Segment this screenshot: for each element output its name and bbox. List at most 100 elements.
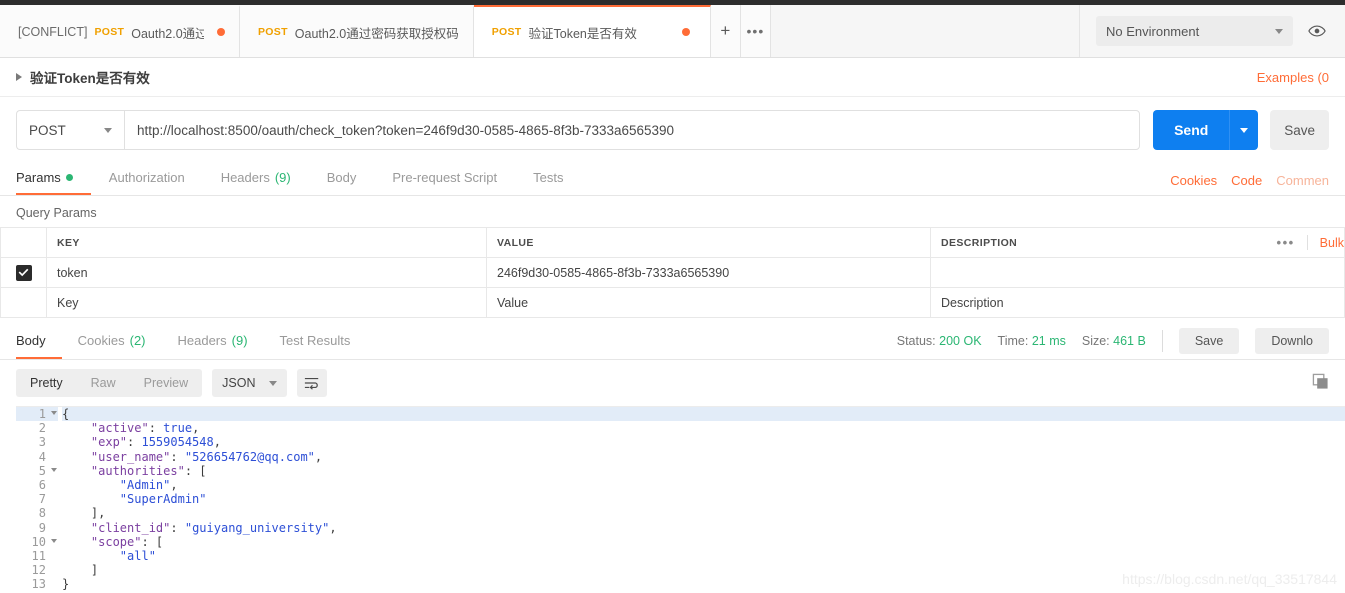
tab-authorization-label: Authorization	[108, 170, 185, 185]
tab-actions: + •••	[710, 5, 771, 57]
http-method-selector[interactable]: POST	[16, 110, 124, 150]
unsaved-indicator-dot	[217, 28, 225, 36]
expand-triangle-icon[interactable]	[16, 73, 22, 81]
new-tab-button[interactable]: +	[710, 5, 741, 57]
line-number: 7	[38, 492, 46, 507]
param-value-placeholder[interactable]: Value	[486, 287, 931, 318]
tab-authorization[interactable]: Authorization	[91, 162, 203, 195]
view-mode-raw[interactable]: Raw	[77, 369, 130, 397]
download-response-button[interactable]: Downlo	[1255, 328, 1329, 354]
view-mode-pretty[interactable]: Pretty	[16, 369, 77, 397]
send-button-group: Send	[1153, 110, 1259, 150]
query-params-title: Query Params	[0, 196, 1345, 227]
request-tab-2[interactable]: POST Oauth2.0通过密码获取授权码	[240, 5, 474, 57]
code-lines: { "active": true, "exp": 1559054548, "us…	[62, 407, 1345, 591]
tab-headers[interactable]: Headers (9)	[203, 162, 309, 195]
row-checkbox[interactable]	[15, 264, 32, 281]
tab-title: Oauth2.0通过code获	[131, 26, 204, 41]
send-button[interactable]: Send	[1153, 110, 1230, 150]
request-tab-1[interactable]: [CONFLICT] POST Oauth2.0通过code获	[0, 5, 240, 57]
response-tab-body[interactable]: Body	[16, 323, 62, 359]
param-key-cell[interactable]: token	[46, 257, 487, 288]
copy-icon	[1312, 373, 1328, 389]
save-response-button[interactable]: Save	[1178, 328, 1240, 354]
tab-conflict-label: [CONFLICT]	[18, 25, 88, 39]
response-tab-cookies-label: Cookies	[77, 332, 125, 348]
tab-headers-label: Headers	[220, 170, 270, 185]
response-tab-test-results[interactable]: Test Results	[264, 323, 367, 359]
tab-options-button[interactable]: •••	[740, 5, 771, 57]
line-number: 12	[31, 563, 46, 578]
tab-title: Oauth2.0通过密码获取授权码	[294, 26, 459, 41]
code-line: "scope": [	[90, 534, 164, 549]
tab-tests[interactable]: Tests	[515, 162, 581, 195]
environment-quick-look-button[interactable]	[1303, 17, 1331, 45]
code-line: "authorities": [	[90, 463, 207, 478]
request-name-wrapper: 验证Token是否有效	[16, 67, 150, 87]
tab-pre-request-script[interactable]: Pre-request Script	[374, 162, 515, 195]
row-checkbox-wrapper	[1, 264, 46, 281]
param-key-placeholder[interactable]: Key	[46, 287, 487, 318]
column-header-description: DESCRIPTION ••• Bulk	[930, 227, 1345, 258]
bulk-edit-link[interactable]: Bulk	[1308, 236, 1344, 250]
param-description-placeholder[interactable]: Description	[930, 287, 1345, 318]
view-mode-preview[interactable]: Preview	[130, 369, 202, 397]
environment-selector[interactable]: No Environment	[1096, 16, 1293, 46]
status-label: Status:	[896, 334, 936, 348]
select-all-header	[0, 227, 47, 258]
tab-params[interactable]: Params	[16, 162, 91, 195]
request-tabs-right: Cookies Code Commen	[1170, 173, 1329, 195]
copy-response-button[interactable]	[1312, 373, 1329, 393]
request-name-row: 验证Token是否有效 Examples (0	[0, 58, 1345, 97]
fold-triangle-icon[interactable]	[51, 467, 57, 472]
fold-triangle-icon[interactable]	[51, 411, 57, 415]
table-row: Key Value Description	[0, 287, 1345, 318]
fold-triangle-icon[interactable]	[51, 538, 57, 543]
environment-label: No Environment	[1106, 23, 1200, 39]
cookies-link[interactable]: Cookies	[1170, 173, 1217, 188]
response-tab-cookies-count: (2)	[129, 332, 146, 348]
code-line: ],	[62, 506, 106, 521]
tab-params-label: Params	[16, 170, 61, 185]
line-number: 5	[16, 464, 58, 478]
code-wrapper: 1 2 3 4 5 6 7 8 9 10 11 12 13 { "active": true, "exp…	[16, 407, 1345, 591]
response-format-selector[interactable]: JSON	[212, 369, 288, 397]
size-badge: Size: 461 B	[1082, 334, 1146, 348]
response-tab-test-results-label: Test Results	[279, 332, 351, 348]
code-line: {	[62, 407, 1345, 422]
params-more-options-icon[interactable]: •••	[1265, 235, 1308, 250]
tab-tests-label: Tests	[533, 170, 564, 185]
request-tab-list: [CONFLICT] POST Oauth2.0通过code获 POST Oau…	[0, 5, 711, 57]
param-value-cell[interactable]: 246f9d30-0585-4865-8f3b-7333a6565390	[486, 257, 931, 288]
param-description-cell[interactable]	[930, 257, 1345, 288]
response-tab-cookies[interactable]: Cookies (2)	[62, 323, 162, 359]
request-tabs-left: Params Authorization Headers (9) Body Pr…	[16, 162, 581, 195]
request-section-tabs: Params Authorization Headers (9) Body Pr…	[0, 162, 1345, 196]
tab-headers-count: (9)	[274, 170, 291, 185]
check-icon	[18, 268, 29, 277]
response-body-viewer[interactable]: 1 2 3 4 5 6 7 8 9 10 11 12 13 { "active": true, "exp…	[16, 406, 1345, 591]
response-meta: Status: 200 OK Time: 21 ms Size: 461 B S…	[897, 328, 1329, 354]
code-line: "SuperAdmin"	[119, 492, 207, 507]
save-request-button[interactable]: Save	[1270, 110, 1329, 150]
size-value: 461 B	[1113, 334, 1146, 348]
code-link[interactable]: Code	[1231, 173, 1262, 188]
code-line: "exp": 1559054548,	[90, 435, 221, 450]
time-label: Time:	[997, 334, 1029, 348]
row-checkbox-cell	[0, 257, 47, 288]
time-value: 21 ms	[1031, 334, 1066, 348]
examples-link[interactable]: Examples (0	[1257, 70, 1329, 85]
column-header-value: VALUE	[486, 227, 931, 258]
query-params-table: KEY VALUE DESCRIPTION ••• Bulk token 246…	[0, 227, 1345, 318]
line-number: 6	[38, 477, 46, 492]
send-options-button[interactable]	[1229, 110, 1259, 150]
tab-body[interactable]: Body	[309, 162, 375, 195]
request-tab-3[interactable]: POST 验证Token是否有效	[473, 5, 711, 57]
response-toolbar: Pretty Raw Preview JSON	[0, 360, 1345, 406]
response-toolbar-left: Pretty Raw Preview JSON	[16, 369, 328, 397]
comments-link[interactable]: Commen	[1276, 173, 1329, 188]
response-tab-headers[interactable]: Headers (9)	[162, 323, 264, 359]
url-input[interactable]: http://localhost:8500/oauth/check_token?…	[124, 110, 1141, 150]
word-wrap-button[interactable]	[297, 369, 328, 397]
response-view-mode-group: Pretty Raw Preview	[16, 369, 203, 397]
